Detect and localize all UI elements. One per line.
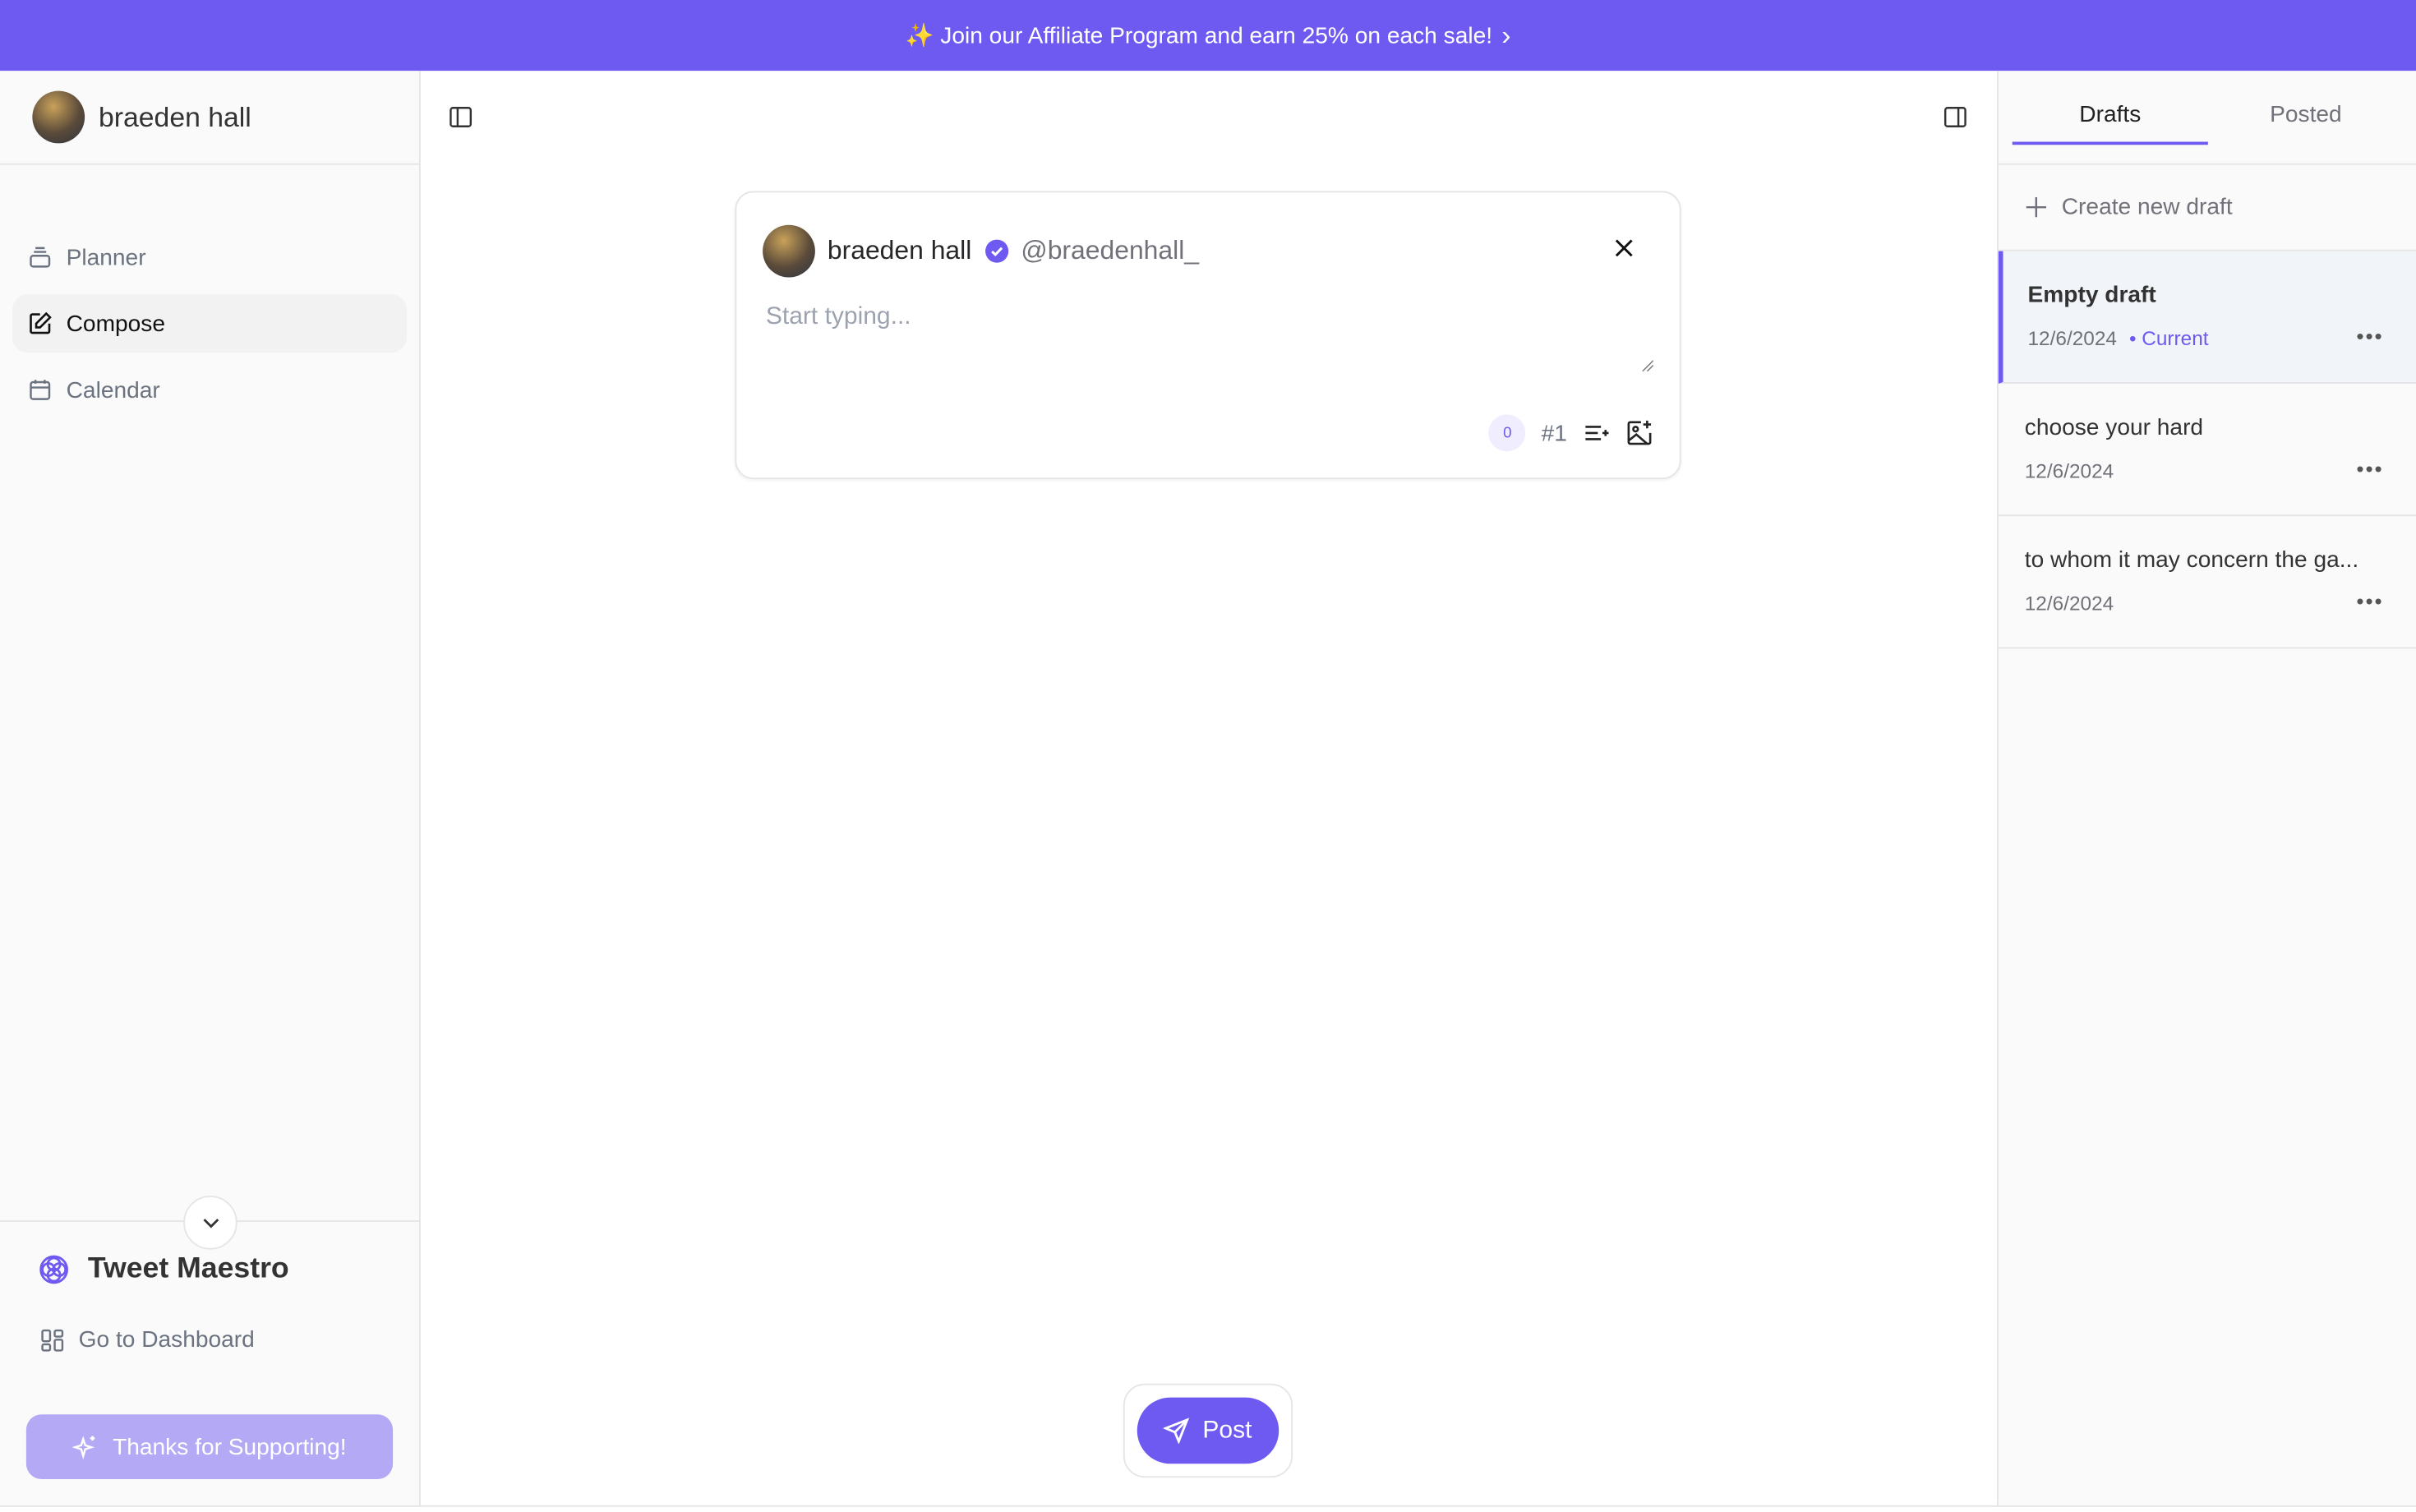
character-counter: 0 [1488,414,1526,452]
avatar [32,90,85,144]
panel-left-icon [450,107,473,127]
go-to-dashboard-link[interactable]: Go to Dashboard [40,1326,255,1353]
affiliate-banner[interactable]: ✨ Join our Affiliate Program and earn 25… [0,0,2416,71]
chevron-right-icon: › [1501,19,1511,50]
sidebar-item-compose[interactable]: Compose [12,294,407,353]
more-options-icon[interactable]: ••• [2356,456,2383,481]
draft-title: choose your hard [2024,414,2204,441]
compose-area: braeden hall @braedenhall_ 0 #1 Post [420,71,1997,1507]
resize-handle-icon[interactable] [1641,359,1653,371]
brand: Tweet Maestro [39,1252,289,1286]
add-image-icon[interactable] [1625,419,1653,447]
draft-date: 12/6/2024 [2024,592,2114,615]
user-name: braeden hall [99,100,251,132]
dashboard-icon [41,1328,64,1351]
sidebar-item-label: Planner [66,244,146,271]
create-label: Create new draft [2061,194,2233,221]
stack-icon [30,247,51,268]
draft-title: Empty draft [2027,282,2156,308]
support-button[interactable]: Thanks for Supporting! [25,1414,394,1479]
calendar-icon [30,380,51,400]
tweet-input[interactable] [763,300,1663,384]
draft-date: 12/6/2024 [2027,326,2117,350]
toggle-left-sidebar-button[interactable] [445,102,477,133]
send-icon [1164,1418,1191,1444]
sidebar: braeden hall Planner Compose Calendar Tw [0,71,421,1507]
tweet-composer-card: braeden hall @braedenhall_ 0 #1 [735,191,1681,480]
user-header[interactable]: braeden hall [0,71,419,165]
more-options-icon[interactable]: ••• [2356,324,2383,348]
tab-posted[interactable]: Posted [2208,102,2404,128]
composer-name: braeden hall [827,235,972,265]
thread-number: #1 [1541,419,1567,446]
more-options-icon[interactable]: ••• [2356,588,2383,613]
current-badge: • Current [2128,326,2209,350]
plus-icon [2026,197,2046,218]
brand-name: Tweet Maestro [87,1252,289,1285]
chevron-down-icon [202,1218,219,1228]
close-icon [1615,239,1633,257]
draft-item[interactable]: choose your hard 12/6/2024 ••• [1998,384,2416,517]
toggle-right-panel-button[interactable] [1940,102,1971,133]
edit-icon [30,311,52,334]
support-label: Thanks for Supporting! [113,1433,347,1460]
post-button[interactable]: Post [1137,1397,1279,1464]
banner-text: ✨ Join our Affiliate Program and earn 25… [905,23,1493,49]
sidebar-item-calendar[interactable]: Calendar [12,361,407,419]
active-tab-indicator [2012,141,2208,145]
verified-badge-icon [984,239,1008,263]
sidebar-item-label: Compose [66,310,166,337]
tab-drafts[interactable]: Drafts [2013,102,2208,128]
draft-item[interactable]: to whom it may concern the ga... 12/6/20… [1998,516,2416,649]
collapse-button[interactable] [183,1196,237,1250]
sparkle-icon [72,1435,95,1459]
close-button[interactable] [1615,237,1634,265]
add-thread-icon[interactable] [1583,419,1611,447]
sidebar-item-label: Calendar [66,376,160,403]
dashboard-label: Go to Dashboard [78,1326,255,1353]
draft-item[interactable]: Empty draft 12/6/2024 • Current ••• [1998,251,2416,384]
create-new-draft-button[interactable]: Create new draft [1998,165,2416,251]
logo-icon [39,1255,68,1284]
drafts-panel: Drafts Posted Create new draft Empty dra… [1997,71,2416,1507]
sidebar-item-planner[interactable]: Planner [12,228,407,287]
draft-date: 12/6/2024 [2024,459,2114,482]
composer-handle: @braedenhall_ [1021,235,1200,265]
draft-title: to whom it may concern the ga... [2024,546,2359,574]
post-label: Post [1202,1417,1252,1443]
panel-right-icon [1943,107,1966,127]
avatar [763,224,815,278]
